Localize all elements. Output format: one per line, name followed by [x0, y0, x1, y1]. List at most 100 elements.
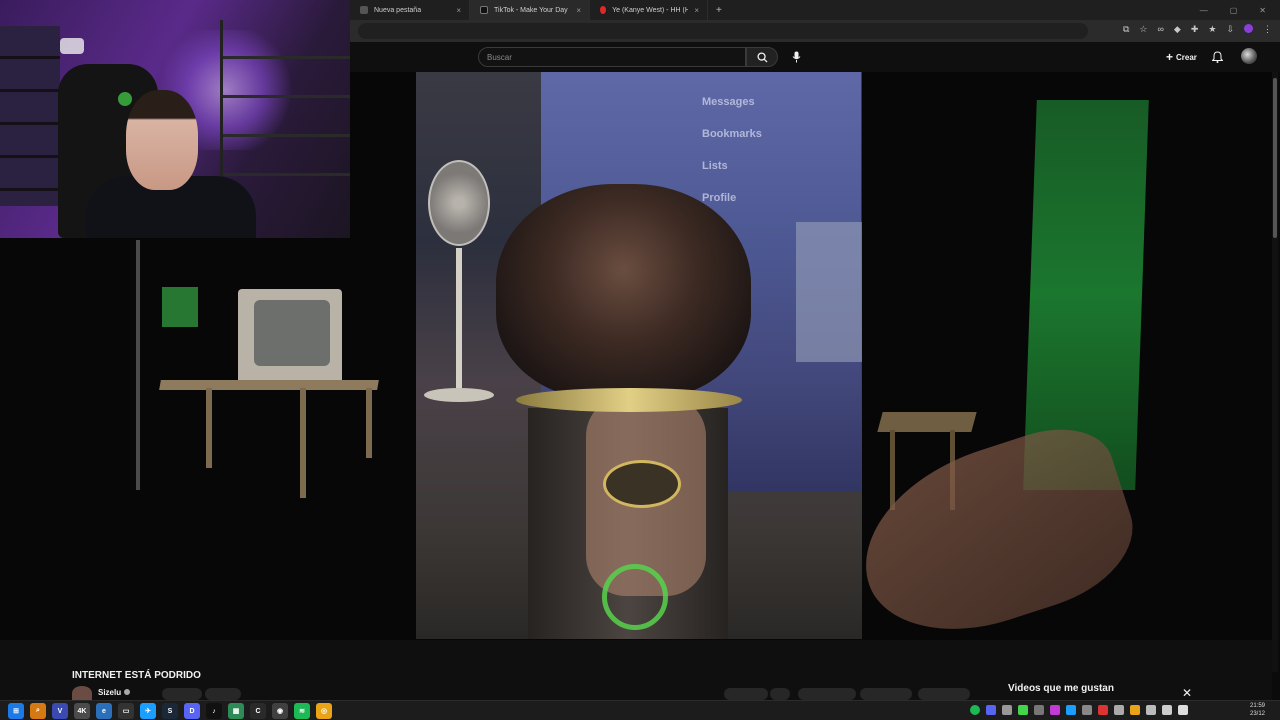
webcam-overlay	[0, 0, 350, 238]
webcam-left-shelf	[0, 26, 60, 206]
table-leg	[300, 388, 306, 498]
address-bar[interactable]	[358, 23, 1088, 39]
browser-tab-bar: Nueva pestaña × TikTok - Make Your Day ×…	[350, 0, 1280, 20]
voice-search-button[interactable]	[788, 49, 804, 65]
app-icon[interactable]: ▦	[228, 703, 244, 719]
like-button[interactable]	[724, 688, 768, 700]
join-button[interactable]	[205, 688, 241, 700]
tray-icon[interactable]	[1114, 705, 1124, 715]
windows-start-icon[interactable]: ⊞	[8, 703, 24, 719]
background-tv-screen	[254, 300, 330, 366]
liked-videos-title: Videos que me gustan	[1008, 683, 1114, 694]
background-stool	[877, 412, 977, 432]
close-window-button[interactable]: ✕	[1259, 6, 1266, 15]
tray-icon[interactable]	[986, 705, 996, 715]
table-leg	[366, 388, 372, 458]
tiktok-icon[interactable]: ♪	[206, 703, 222, 719]
vivaldi-icon[interactable]: V	[52, 703, 68, 719]
steam-icon[interactable]: S	[162, 703, 178, 719]
tab-close-icon[interactable]: ×	[694, 6, 699, 15]
spotify-tray-icon[interactable]	[970, 705, 980, 715]
maximize-button[interactable]: ▢	[1230, 6, 1238, 15]
taskbar-apps: ⊞ ⌕ V 4K e ▭ ✈ S D ♪ ▦ C ◉ ≋ ◎	[8, 703, 332, 719]
tab-title: Nueva pestaña	[374, 6, 422, 14]
subscribe-button[interactable]	[162, 688, 202, 700]
bookmarks-icon[interactable]: ★	[1208, 24, 1216, 35]
app-4k-icon[interactable]: 4K	[74, 703, 90, 719]
volume-icon[interactable]	[1162, 705, 1172, 715]
channel-name[interactable]: Sizelu	[98, 688, 131, 697]
account-avatar[interactable]	[1241, 48, 1257, 64]
razer-tray-icon[interactable]	[1018, 705, 1028, 715]
microphone-icon	[792, 51, 800, 63]
minimize-button[interactable]: —	[1200, 6, 1208, 15]
telegram-icon[interactable]: ✈	[140, 703, 156, 719]
tray-icon[interactable]	[1034, 705, 1044, 715]
share-button[interactable]	[798, 688, 856, 700]
verified-icon	[124, 689, 131, 695]
search-icon	[756, 51, 768, 63]
tab-title: TikTok - Make Your Day	[494, 6, 568, 14]
tab-close-icon[interactable]: ×	[576, 6, 581, 15]
tray-icon[interactable]	[1050, 705, 1060, 715]
channel-avatar[interactable]	[72, 686, 92, 700]
steam-tray-icon[interactable]	[1066, 705, 1076, 715]
install-app-icon[interactable]: ⧉	[1123, 24, 1129, 35]
discord-icon[interactable]: D	[184, 703, 200, 719]
extension-icon[interactable]: ∞	[1157, 24, 1163, 35]
search-icon[interactable]: ⌕	[30, 703, 46, 719]
spotify-icon[interactable]: ≋	[294, 703, 310, 719]
background-cabinet	[796, 222, 862, 362]
tab-youtube[interactable]: Ye (Kanye West) - HH (Happy H ×	[590, 0, 708, 20]
tab-new-tab[interactable]: Nueva pestaña ×	[350, 0, 470, 20]
chrome-icon[interactable]: ◎	[316, 703, 332, 719]
obs-icon[interactable]: ◉	[272, 703, 288, 719]
tray-icon[interactable]	[1098, 705, 1108, 715]
overlay-menu-item: Lists	[702, 160, 728, 172]
search-input[interactable]: Buscar	[478, 47, 746, 67]
plus-icon: +	[1166, 50, 1174, 64]
new-tab-button[interactable]: +	[708, 5, 730, 16]
tray-icon[interactable]	[1002, 705, 1012, 715]
download-icon[interactable]: ⇩	[1226, 24, 1234, 35]
clock[interactable]: 21:59 23/12	[1250, 702, 1265, 718]
save-button[interactable]	[918, 688, 970, 700]
bookmark-star-icon[interactable]: ☆	[1139, 24, 1147, 35]
menu-icon[interactable]: ⋮	[1263, 24, 1272, 35]
youtube-masthead: Buscar + Crear	[350, 42, 1280, 72]
notifications-button[interactable]	[1211, 50, 1224, 68]
tab-close-icon[interactable]: ×	[456, 6, 461, 15]
streamer-face	[126, 90, 198, 190]
profile-icon[interactable]	[1244, 24, 1253, 33]
taskbar: ⊞ ⌕ V 4K e ▭ ✈ S D ♪ ▦ C ◉ ≋ ◎ 21:59 23/…	[0, 700, 1280, 720]
stool-leg	[890, 430, 895, 510]
window-icon[interactable]: ▭	[118, 703, 134, 719]
video-player[interactable]: Messages Bookmarks Lists Profile	[416, 72, 862, 639]
extension-icon[interactable]: ◆	[1174, 24, 1181, 35]
background-green-sign	[162, 287, 198, 327]
tray-icon[interactable]	[1130, 705, 1140, 715]
background-table	[159, 380, 379, 390]
remix-button[interactable]	[860, 688, 912, 700]
fan-head	[428, 160, 490, 246]
puzzle-icon[interactable]: ✚	[1191, 24, 1199, 35]
capcut-icon[interactable]: C	[250, 703, 266, 719]
search-button[interactable]	[746, 47, 778, 67]
fan-pole	[456, 248, 462, 388]
microphone-ring	[516, 388, 742, 412]
create-label: Crear	[1176, 52, 1197, 62]
network-icon[interactable]	[1146, 705, 1156, 715]
scrollbar-thumb[interactable]	[1273, 78, 1277, 238]
video-title: INTERNET ESTÁ PODRIDO	[72, 670, 201, 681]
liked-panel-close-button[interactable]: ✕	[1182, 686, 1192, 700]
create-button[interactable]: + Crear	[1166, 50, 1197, 64]
microphone-logo	[603, 460, 681, 508]
new-tab-icon	[360, 6, 368, 14]
edge-icon[interactable]: e	[96, 703, 112, 719]
tab-tiktok[interactable]: TikTok - Make Your Day ×	[470, 0, 590, 20]
video-overlay-menu: Messages Bookmarks Lists Profile	[702, 86, 762, 214]
battery-icon[interactable]	[1178, 705, 1188, 715]
tray-icon[interactable]	[1082, 705, 1092, 715]
dislike-button[interactable]	[770, 688, 790, 700]
green-ring	[602, 564, 668, 630]
